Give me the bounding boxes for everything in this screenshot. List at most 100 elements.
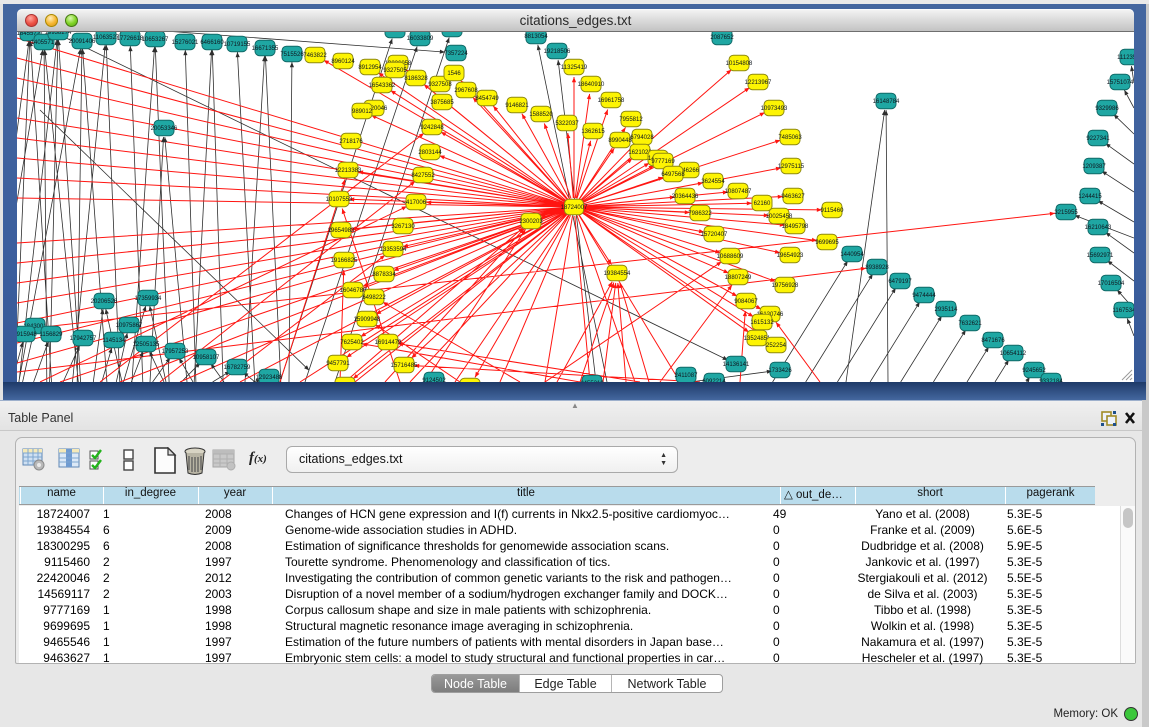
svg-text:9327508: 9327508 [428,82,452,88]
svg-text:2087652: 2087652 [710,35,734,41]
svg-text:20206526: 20206526 [91,299,118,305]
svg-text:9332184: 9332184 [1039,379,1063,382]
svg-text:1546: 1546 [447,71,461,77]
svg-text:12505135: 12505135 [133,342,160,348]
svg-text:9457791: 9457791 [326,361,350,367]
svg-text:8878334: 8878334 [372,272,396,278]
svg-text:15720407: 15720407 [701,232,728,238]
svg-text:9124502: 9124502 [422,378,446,382]
svg-text:10653267: 10653267 [142,37,169,43]
svg-text:17942757: 17942757 [70,336,97,342]
svg-text:11325419: 11325419 [561,65,588,71]
svg-text:2718176: 2718176 [339,139,363,145]
svg-text:19654923: 19654923 [777,253,804,259]
svg-text:5322037: 5322037 [555,121,579,127]
svg-text:19938274: 19938274 [45,32,72,36]
svg-text:8813054: 8813054 [524,34,548,40]
svg-text:1209387: 1209387 [1082,164,1106,170]
svg-text:16961758: 16961758 [598,98,625,104]
svg-text:6479197: 6479197 [888,279,912,285]
svg-text:7463822: 7463822 [303,53,327,59]
svg-text:9227341: 9227341 [1086,136,1110,142]
svg-text:12923488: 12923488 [256,375,283,381]
svg-text:9699695: 9699695 [815,240,839,246]
svg-text:9474444: 9474444 [912,293,936,299]
svg-text:1440954: 1440954 [840,252,864,258]
svg-text:18495798: 18495798 [782,224,809,230]
svg-text:10958107: 10958107 [193,355,220,361]
svg-text:16033809: 16033809 [407,36,434,42]
svg-text:7625402: 7625402 [340,340,364,346]
svg-text:62160: 62160 [754,201,771,207]
svg-text:9327505: 9327505 [383,68,407,74]
svg-text:16782759: 16782759 [224,365,251,371]
svg-text:19218506: 19218506 [544,49,571,55]
svg-text:1244415: 1244415 [1078,194,1102,200]
svg-text:2300203: 2300203 [519,219,543,225]
svg-text:1615132: 1615132 [750,320,774,326]
svg-text:8454749: 8454749 [475,96,499,102]
svg-text:9242848: 9242848 [420,125,444,131]
svg-text:8273354: 8273354 [440,32,464,33]
svg-text:2935114: 2935114 [935,307,959,313]
svg-text:7632621: 7632621 [958,321,982,327]
svg-text:17726618: 17726618 [117,36,144,42]
svg-text:9329986: 9329986 [1095,106,1119,112]
svg-text:1588520: 1588520 [529,112,553,118]
svg-text:10807487: 10807487 [725,189,752,195]
svg-text:12975115: 12975115 [778,164,805,170]
svg-text:8427552: 8427552 [411,173,435,179]
svg-text:18807249: 18807249 [725,275,752,281]
svg-text:1167534: 1167534 [1113,308,1134,314]
svg-text:8938928: 8938928 [865,265,889,271]
svg-text:6498222: 6498222 [362,295,386,301]
svg-text:17359934: 17359934 [135,296,162,302]
svg-text:417006: 417006 [406,200,427,206]
svg-text:2803144: 2803144 [418,150,442,156]
svg-text:11123504: 11123504 [1117,55,1134,61]
svg-text:9777169: 9777169 [651,159,675,165]
svg-text:20364436: 20364436 [672,194,699,200]
svg-text:16914479: 16914479 [375,340,402,346]
svg-text:3624554: 3624554 [701,179,725,185]
svg-text:9146821: 9146821 [505,103,529,109]
svg-text:19384554: 19384554 [604,271,631,277]
svg-text:3915948: 3915948 [17,332,37,338]
svg-text:1156829: 1156829 [40,332,64,338]
svg-text:9463627: 9463627 [781,194,805,200]
svg-text:10688609: 10688609 [717,254,744,260]
svg-text:12213383: 12213383 [335,168,362,174]
svg-text:989012: 989012 [352,109,373,115]
svg-text:10973493: 10973493 [761,106,788,112]
svg-text:8960124: 8960124 [331,59,355,65]
svg-text:8186328: 8186328 [404,76,428,82]
svg-text:10107553: 10107553 [326,197,353,203]
svg-text:19654983: 19654983 [328,228,355,234]
svg-text:17957253: 17957253 [162,349,189,355]
svg-text:10975867: 10975867 [116,323,143,329]
svg-text:7986322: 7986322 [688,211,712,217]
svg-text:7485063: 7485063 [778,135,802,141]
svg-text:16671355: 16671355 [252,46,279,52]
svg-text:16210643: 16210643 [1085,225,1112,231]
svg-text:8990448: 8990448 [608,138,632,144]
svg-text:8912954: 8912954 [358,65,382,71]
svg-text:6497568: 6497568 [661,172,685,178]
svg-text:7515526: 7515526 [280,52,304,58]
svg-text:15276021: 15276021 [172,40,199,46]
svg-text:18640910: 18640910 [578,82,605,88]
svg-text:3875685: 3875685 [430,100,454,106]
svg-text:3267130: 3267130 [391,224,415,230]
svg-text:14055717: 14055717 [31,40,58,46]
svg-text:19756928: 19756928 [772,283,799,289]
svg-text:10719155: 10719155 [224,42,251,48]
svg-text:252254: 252254 [766,343,787,349]
svg-text:9084067: 9084067 [734,299,758,305]
svg-text:18724007: 18724007 [561,205,588,211]
svg-text:2411087: 2411087 [675,373,699,379]
svg-text:6092214: 6092214 [702,379,726,382]
svg-text:1362615: 1362615 [581,129,605,135]
svg-text:12213967: 12213967 [745,80,772,86]
svg-text:1733426: 1733426 [768,368,792,374]
svg-text:17016504: 17016504 [1098,281,1125,287]
